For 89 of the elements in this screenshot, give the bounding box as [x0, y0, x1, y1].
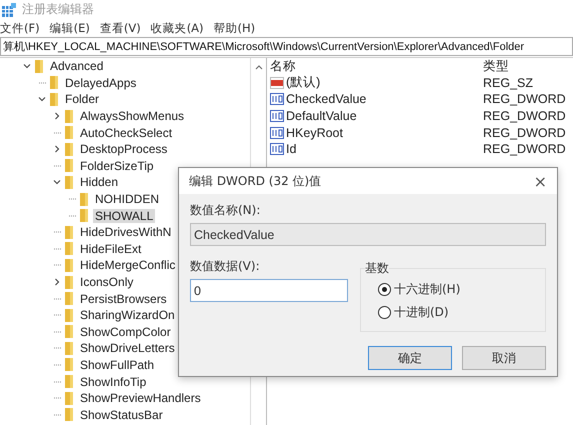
column-header[interactable]: 类型	[483, 58, 509, 75]
value-type: REG_DWORD	[483, 142, 566, 156]
dialog-button[interactable]: 确定	[368, 346, 452, 370]
chevron-down-icon[interactable]	[53, 178, 61, 186]
value-name[interactable]: HKeyRoot	[286, 126, 343, 140]
tree-item[interactable]: ShowPreviewHandlers	[78, 391, 203, 406]
menu-item[interactable]: 帮助(H)	[214, 20, 256, 36]
scroll-up-icon[interactable]	[254, 64, 262, 70]
address-bar[interactable]: 算机\HKEY_LOCAL_MACHINE\SOFTWARE\Microsoft\Windows\CurrentVersion\Explorer\Advanced\Folder	[0, 37, 573, 56]
folder-icon	[50, 76, 58, 90]
chevron-down-icon[interactable]	[38, 95, 46, 104]
folder-icon	[65, 126, 73, 140]
tree-item[interactable]: AutoCheckSelect	[78, 126, 174, 140]
value-name[interactable]: (默认)	[286, 74, 320, 92]
tree-item[interactable]: HideFileExt	[78, 242, 144, 256]
folder-icon	[65, 358, 73, 372]
dialog-title: 编辑 DWORD (32 位)值	[189, 172, 322, 190]
menu-item[interactable]: 收藏夹(A)	[150, 20, 204, 36]
folder-icon	[65, 276, 73, 289]
field-label: 数值数据(V):	[190, 258, 261, 275]
tree-item[interactable]: ShowInfoTip	[78, 374, 148, 389]
chevron-right-icon[interactable]	[53, 145, 61, 154]
value-type: REG_SZ	[483, 76, 534, 90]
tree-item[interactable]: SHOWALL	[93, 208, 156, 223]
number-value-icon	[270, 110, 284, 122]
folder-icon	[65, 226, 73, 239]
value-name[interactable]: CheckedValue	[286, 92, 366, 106]
tree-item[interactable]: ShowCompColor	[78, 324, 173, 339]
folder-icon	[65, 308, 73, 322]
folder-icon	[65, 242, 73, 256]
dialog-button[interactable]: 取消	[462, 346, 546, 370]
folder-icon	[65, 392, 73, 405]
tree-item[interactable]: NOHIDDEN	[93, 192, 162, 206]
close-button[interactable]: ×	[534, 172, 547, 190]
name-field[interactable]: CheckedValue	[190, 223, 546, 246]
tree-item[interactable]: HideDrivesWithN	[78, 225, 174, 240]
tree-item[interactable]: DesktopProcess	[78, 142, 170, 156]
window-title: 注册表编辑器	[22, 1, 94, 18]
tree-item[interactable]: AlwaysShowMenus	[78, 109, 186, 124]
menu-item[interactable]: 编辑(E)	[50, 20, 90, 36]
folder-icon	[65, 342, 73, 355]
value-type: REG_DWORD	[483, 92, 566, 106]
number-value-icon	[270, 93, 284, 106]
number-value-icon	[270, 126, 284, 139]
folder-icon	[65, 258, 73, 272]
radio-button[interactable]	[378, 306, 391, 319]
folder-icon	[35, 60, 43, 73]
folder-icon	[65, 408, 73, 422]
text-value-icon	[270, 76, 284, 89]
folder-icon	[80, 192, 88, 206]
app-icon	[2, 2, 16, 16]
folder-icon	[50, 92, 58, 106]
folder-icon	[65, 292, 73, 306]
tree-item[interactable]: Hidden	[78, 175, 120, 190]
tree-item[interactable]: ShowDriveLetters	[78, 341, 177, 356]
tree-item[interactable]: FolderSizeTip	[78, 158, 156, 173]
group-label: 基数	[365, 260, 389, 277]
tree-item[interactable]: ShowStatusBar	[78, 408, 165, 422]
folder-icon	[65, 159, 73, 172]
menu-item[interactable]: 查看(V)	[100, 20, 141, 36]
tree-item[interactable]: IconsOnly	[78, 275, 136, 290]
data-field[interactable]: 0	[190, 279, 348, 302]
radio-button[interactable]	[378, 283, 391, 296]
column-header[interactable]: 名称	[270, 58, 296, 75]
tree-item[interactable]: HideMergeConflic	[78, 258, 178, 272]
chevron-right-icon[interactable]	[53, 278, 61, 286]
tree-item[interactable]: PersistBrowsers	[78, 292, 169, 306]
radio-label[interactable]: 十六进制(H)	[394, 281, 460, 298]
tree-item[interactable]: Folder	[63, 92, 102, 106]
menu-item[interactable]: 文件(F)	[0, 20, 40, 36]
tree-item[interactable]: Advanced	[48, 59, 106, 74]
folder-icon	[80, 209, 88, 222]
number-value-icon	[270, 143, 284, 156]
value-type: REG_DWORD	[483, 109, 566, 124]
tree-item[interactable]: SharingWizardOn	[78, 308, 177, 322]
chevron-down-icon[interactable]	[23, 62, 31, 70]
value-name[interactable]: DefaultValue	[286, 109, 357, 124]
chevron-right-icon[interactable]	[53, 112, 61, 120]
folder-icon	[65, 375, 73, 388]
radio-label[interactable]: 十进制(D)	[394, 304, 449, 321]
field-label: 数值名称(N):	[190, 202, 262, 219]
folder-icon	[65, 325, 73, 338]
tree-item[interactable]: DelayedApps	[63, 76, 138, 90]
folder-icon	[65, 142, 73, 156]
value-name[interactable]: Id	[286, 142, 296, 156]
value-type: REG_DWORD	[483, 126, 566, 140]
folder-icon	[65, 176, 73, 189]
folder-icon	[65, 110, 73, 123]
tree-item[interactable]: ShowFullPath	[78, 358, 156, 372]
